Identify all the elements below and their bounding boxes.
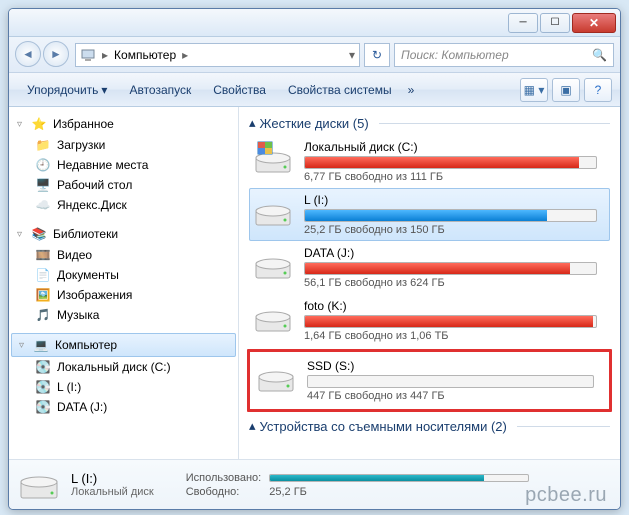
autoplay-button[interactable]: Автозапуск bbox=[119, 78, 201, 102]
nav-recent[interactable]: 🕘Недавние места bbox=[9, 155, 238, 175]
computer-icon: 💻 bbox=[33, 337, 49, 353]
navbar: ◄ ► ▸ Компьютер ▸ ▾ ↻ Поиск: Компьютер 🔍 bbox=[9, 37, 620, 73]
search-input[interactable]: Поиск: Компьютер 🔍 bbox=[394, 43, 614, 67]
details-pane: L (I:) Локальный диск Использовано: Своб… bbox=[9, 459, 620, 509]
chevron-right-icon: ▸ bbox=[100, 48, 110, 62]
drive-item[interactable]: foto (K:) 1,64 ГБ свободно из 1,06 ТБ bbox=[249, 294, 610, 347]
minimize-button[interactable]: ─ bbox=[508, 13, 538, 33]
drive-stat: 6,77 ГБ свободно из 111 ГБ bbox=[304, 171, 597, 183]
nav-drive-i[interactable]: 💽L (I:) bbox=[9, 377, 238, 397]
document-icon: 📄 bbox=[35, 267, 51, 283]
drive-icon bbox=[252, 140, 294, 176]
capacity-bar bbox=[304, 262, 597, 275]
nav-video[interactable]: 🎞️Видео bbox=[9, 245, 238, 265]
help-button[interactable]: ? bbox=[584, 78, 612, 102]
refresh-button[interactable]: ↻ bbox=[364, 43, 390, 67]
free-value: 25,2 ГБ bbox=[269, 486, 529, 498]
nav-desktop[interactable]: 🖥️Рабочий стол bbox=[9, 175, 238, 195]
hdd-section-header[interactable]: ▴Жесткие диски (5) bbox=[249, 111, 610, 135]
used-label: Использовано: bbox=[186, 472, 262, 484]
drive-item[interactable]: DATA (J:) 56,1 ГБ свободно из 624 ГБ bbox=[249, 241, 610, 294]
drive-icon bbox=[252, 246, 294, 282]
drive-icon bbox=[252, 193, 294, 229]
computer-header[interactable]: ▿💻Компьютер bbox=[11, 333, 236, 357]
toolbar: Упорядочить ▾ Автозапуск Свойства Свойст… bbox=[9, 73, 620, 107]
view-mode-button[interactable]: ▦ ▾ bbox=[520, 78, 548, 102]
drive-item[interactable]: SSD (S:) 447 ГБ свободно из 447 ГБ bbox=[252, 354, 607, 407]
nav-drive-j[interactable]: 💽DATA (J:) bbox=[9, 397, 238, 417]
collapse-icon: ▿ bbox=[19, 340, 27, 351]
drive-stat: 56,1 ГБ свободно из 624 ГБ bbox=[304, 277, 597, 289]
close-button[interactable]: ✕ bbox=[572, 13, 616, 33]
drive-icon bbox=[252, 299, 294, 335]
favorites-header[interactable]: ▿⭐Избранное bbox=[9, 113, 238, 135]
drive-item[interactable]: L (I:) 25,2 ГБ свободно из 150 ГБ bbox=[249, 188, 610, 241]
star-icon: ⭐ bbox=[31, 116, 47, 132]
pictures-icon: 🖼️ bbox=[35, 287, 51, 303]
drive-stat: 447 ГБ свободно из 447 ГБ bbox=[307, 390, 594, 402]
content-pane: ▴Жесткие диски (5) Локальный диск (C:) 6… bbox=[239, 107, 620, 459]
drive-name: DATA (J:) bbox=[304, 246, 597, 260]
highlight-box: SSD (S:) 447 ГБ свободно из 447 ГБ bbox=[247, 349, 612, 412]
desktop-icon: 🖥️ bbox=[35, 177, 51, 193]
drive-icon: 💽 bbox=[35, 379, 51, 395]
libraries-icon: 📚 bbox=[31, 226, 47, 242]
nav-music[interactable]: 🎵Музыка bbox=[9, 305, 238, 325]
collapse-icon: ▴ bbox=[249, 115, 256, 131]
details-subtitle: Локальный диск bbox=[71, 486, 154, 498]
back-button[interactable]: ◄ bbox=[15, 41, 41, 67]
breadcrumb[interactable]: Компьютер bbox=[114, 48, 176, 62]
collapse-icon: ▿ bbox=[17, 119, 25, 130]
search-placeholder: Поиск: Компьютер bbox=[401, 48, 509, 62]
forward-button[interactable]: ► bbox=[43, 41, 69, 67]
cloud-icon: ☁️ bbox=[35, 197, 51, 213]
search-icon: 🔍 bbox=[592, 48, 607, 62]
collapse-icon: ▴ bbox=[249, 418, 256, 434]
capacity-bar bbox=[304, 315, 597, 328]
capacity-bar bbox=[304, 209, 597, 222]
properties-button[interactable]: Свойства bbox=[203, 78, 276, 102]
drive-name: SSD (S:) bbox=[307, 359, 594, 373]
drive-name: foto (K:) bbox=[304, 299, 597, 313]
nav-drive-c[interactable]: 💽Локальный диск (C:) bbox=[9, 357, 238, 377]
libraries-header[interactable]: ▿📚Библиотеки bbox=[9, 223, 238, 245]
capacity-bar bbox=[307, 375, 594, 388]
address-dropdown-icon[interactable]: ▾ bbox=[349, 48, 355, 62]
chevron-right-icon: ▸ bbox=[180, 48, 190, 62]
capacity-bar bbox=[304, 156, 597, 169]
drive-name: Локальный диск (C:) bbox=[304, 140, 597, 154]
video-icon: 🎞️ bbox=[35, 247, 51, 263]
collapse-icon: ▿ bbox=[17, 229, 25, 240]
nav-pictures[interactable]: 🖼️Изображения bbox=[9, 285, 238, 305]
chevron-down-icon: ▾ bbox=[101, 83, 107, 97]
drive-icon: 💽 bbox=[35, 359, 51, 375]
organize-button[interactable]: Упорядочить ▾ bbox=[17, 78, 117, 102]
folder-icon: 📁 bbox=[35, 137, 51, 153]
computer-icon bbox=[80, 47, 96, 63]
details-title: L (I:) bbox=[71, 471, 154, 486]
recent-icon: 🕘 bbox=[35, 157, 51, 173]
system-properties-button[interactable]: Свойства системы bbox=[278, 78, 402, 102]
used-bar bbox=[269, 474, 529, 482]
drive-icon: 💽 bbox=[35, 399, 51, 415]
preview-pane-button[interactable]: ▣ bbox=[552, 78, 580, 102]
nav-history: ◄ ► bbox=[15, 41, 71, 69]
music-icon: 🎵 bbox=[35, 307, 51, 323]
drive-stat: 25,2 ГБ свободно из 150 ГБ bbox=[304, 224, 597, 236]
drive-icon bbox=[255, 359, 297, 395]
drive-name: L (I:) bbox=[304, 193, 597, 207]
nav-downloads[interactable]: 📁Загрузки bbox=[9, 135, 238, 155]
navigation-pane: ▿⭐Избранное 📁Загрузки 🕘Недавние места 🖥️… bbox=[9, 107, 239, 459]
nav-yandex[interactable]: ☁️Яндекс.Диск bbox=[9, 195, 238, 215]
maximize-button[interactable]: ☐ bbox=[540, 13, 570, 33]
titlebar: ─ ☐ ✕ bbox=[9, 9, 620, 37]
nav-documents[interactable]: 📄Документы bbox=[9, 265, 238, 285]
drive-item[interactable]: Локальный диск (C:) 6,77 ГБ свободно из … bbox=[249, 135, 610, 188]
address-bar[interactable]: ▸ Компьютер ▸ ▾ bbox=[75, 43, 360, 67]
free-label: Свободно: bbox=[186, 486, 262, 498]
removable-section-header[interactable]: ▴Устройства со съемными носителями (2) bbox=[249, 414, 610, 438]
drive-icon bbox=[19, 468, 59, 502]
toolbar-overflow-icon[interactable]: » bbox=[404, 83, 419, 97]
drive-stat: 1,64 ГБ свободно из 1,06 ТБ bbox=[304, 330, 597, 342]
